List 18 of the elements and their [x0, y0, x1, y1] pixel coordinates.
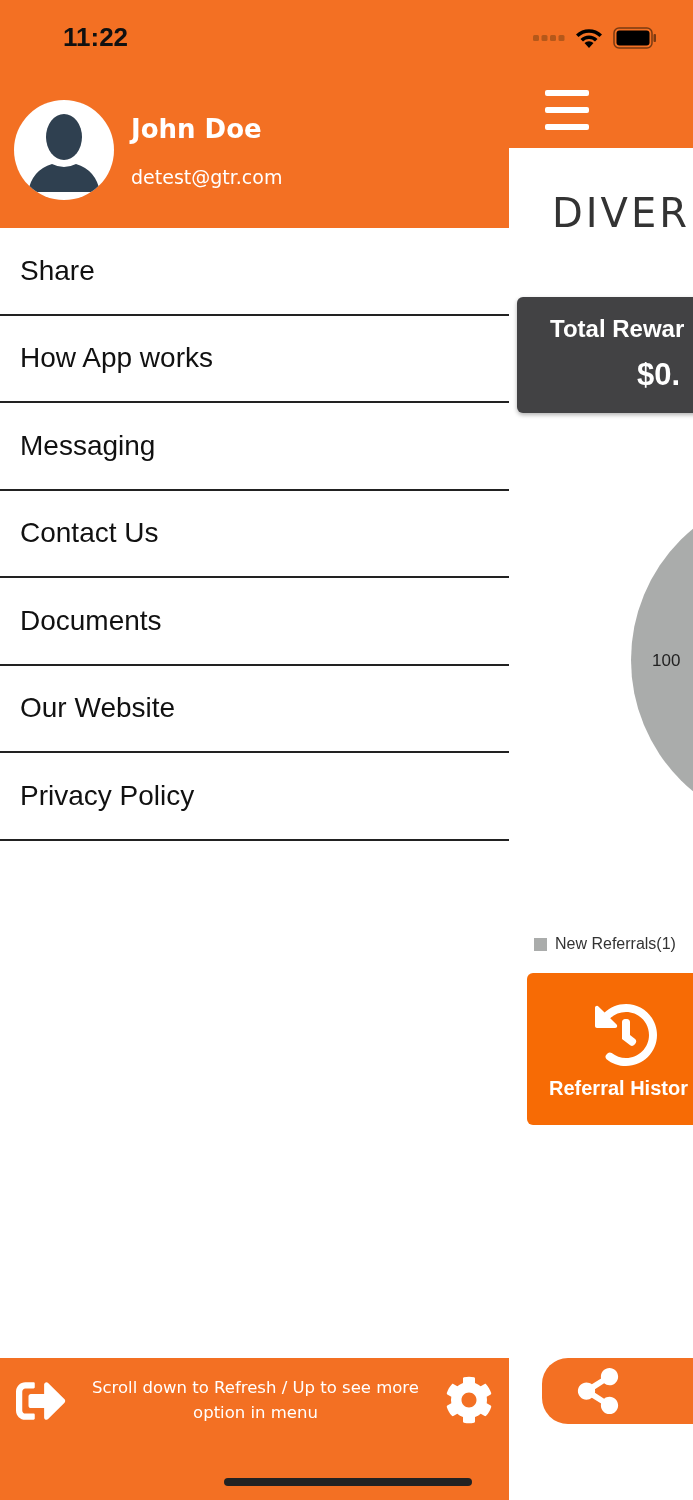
wifi-icon	[575, 27, 603, 48]
rewards-amount: $0.	[637, 357, 681, 393]
user-name: John Doe	[131, 114, 263, 144]
share-icon	[575, 1368, 621, 1414]
legend-label: New Referrals(1)	[555, 935, 676, 953]
signal-icon	[533, 33, 565, 42]
clock-time: 11:22	[63, 22, 129, 53]
rewards-title: Total Rewar	[550, 315, 685, 343]
brand-logo: DIVER	[552, 193, 692, 233]
avatar-icon	[14, 100, 114, 200]
menu-icon[interactable]	[545, 90, 589, 130]
refresh-hint: Scroll down to Refresh / Up to see more option in menu	[91, 1377, 420, 1424]
history-icon	[594, 1003, 658, 1067]
slice-label: 100	[652, 651, 681, 670]
share-button[interactable]	[542, 1358, 693, 1424]
battery-icon	[613, 26, 657, 49]
settings-icon[interactable]	[445, 1376, 493, 1424]
user-email: detest@gtr.com	[131, 166, 283, 188]
